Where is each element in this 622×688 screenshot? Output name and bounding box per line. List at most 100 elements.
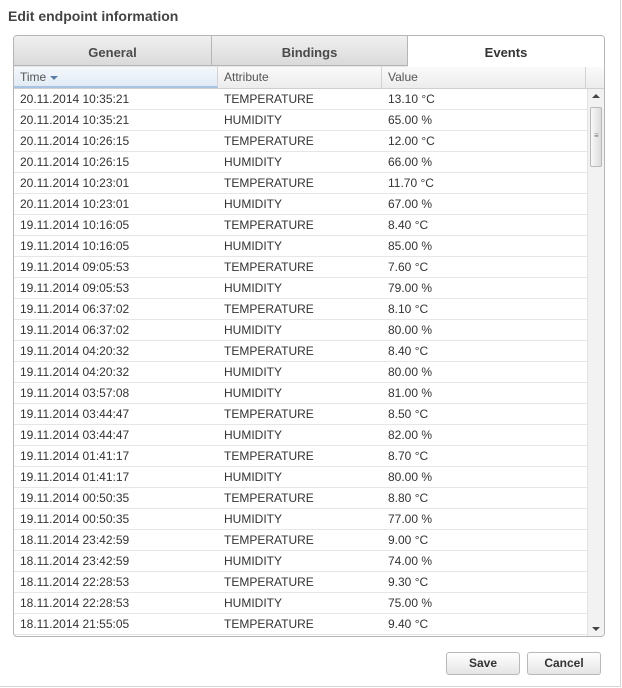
- tab-bindings[interactable]: Bindings: [212, 36, 408, 66]
- attribute-cell: TEMPERATURE: [224, 302, 314, 316]
- table-row[interactable]: 18.11.2014 22:28:53 TEMPERATURE 9.30 °C: [14, 572, 587, 593]
- attribute-cell: TEMPERATURE: [224, 218, 314, 232]
- tab-events[interactable]: Events: [408, 36, 604, 67]
- table-row[interactable]: 19.11.2014 06:37:02 TEMPERATURE 8.10 °C: [14, 299, 587, 320]
- value-cell: 66.00 %: [388, 155, 433, 169]
- scrollbar-grip-icon: ≡: [594, 131, 599, 140]
- attribute-cell: HUMIDITY: [224, 428, 282, 442]
- column-header-attribute[interactable]: Attribute: [218, 67, 382, 88]
- time-cell: 19.11.2014 04:20:32: [20, 344, 130, 358]
- time-cell: 18.11.2014 22:28:53: [20, 575, 130, 589]
- attribute-cell: TEMPERATURE: [224, 176, 314, 190]
- scroll-down-arrow-icon[interactable]: [592, 627, 600, 631]
- table-row[interactable]: 18.11.2014 21:55:05 TEMPERATURE 9.40 °C: [14, 614, 587, 635]
- value-cell: 9.30 °C: [388, 575, 429, 589]
- time-cell: 19.11.2014 03:44:47: [20, 407, 130, 421]
- value-cell: 80.00 %: [388, 323, 433, 337]
- column-header-time[interactable]: Time: [14, 67, 218, 88]
- table-row[interactable]: 19.11.2014 10:16:05 HUMIDITY 85.00 %: [14, 236, 587, 257]
- time-cell: 18.11.2014 23:42:59: [20, 554, 130, 568]
- value-cell: 8.70 °C: [388, 449, 429, 463]
- time-cell: 19.11.2014 01:41:17: [20, 449, 130, 463]
- column-header-time-label: Time: [20, 70, 47, 84]
- time-cell: 19.11.2014 09:05:53: [20, 281, 130, 295]
- value-cell: 13.10 °C: [388, 92, 435, 106]
- edit-endpoint-dialog: Edit endpoint information General Bindin…: [0, 0, 621, 687]
- attribute-cell: TEMPERATURE: [224, 533, 314, 547]
- attribute-cell: HUMIDITY: [224, 323, 282, 337]
- table-row[interactable]: 20.11.2014 10:23:01 TEMPERATURE 11.70 °C: [14, 173, 587, 194]
- value-cell: 65.00 %: [388, 113, 433, 127]
- time-cell: 20.11.2014 10:23:01: [20, 176, 130, 190]
- events-grid-header: Time Attribute Value: [14, 67, 587, 89]
- attribute-cell: HUMIDITY: [224, 554, 282, 568]
- table-row[interactable]: 19.11.2014 09:05:53 HUMIDITY 79.00 %: [14, 278, 587, 299]
- time-cell: 18.11.2014 22:28:53: [20, 596, 130, 610]
- table-row[interactable]: 20.11.2014 10:26:15 HUMIDITY 66.00 %: [14, 152, 587, 173]
- table-row[interactable]: 19.11.2014 09:05:53 TEMPERATURE 7.60 °C: [14, 257, 587, 278]
- attribute-cell: HUMIDITY: [224, 596, 282, 610]
- time-cell: 19.11.2014 10:16:05: [20, 239, 130, 253]
- value-cell: 79.00 %: [388, 281, 433, 295]
- table-row[interactable]: 19.11.2014 04:20:32 TEMPERATURE 8.40 °C: [14, 341, 587, 362]
- time-cell: 18.11.2014 23:42:59: [20, 533, 130, 547]
- time-cell: 19.11.2014 06:37:02: [20, 323, 130, 337]
- table-row[interactable]: 19.11.2014 01:41:17 HUMIDITY 80.00 %: [14, 467, 587, 488]
- table-row[interactable]: 20.11.2014 10:23:01 HUMIDITY 67.00 %: [14, 194, 587, 215]
- attribute-cell: TEMPERATURE: [224, 407, 314, 421]
- value-cell: 74.00 %: [388, 554, 433, 568]
- value-cell: 75.00 %: [388, 596, 433, 610]
- attribute-cell: HUMIDITY: [224, 113, 282, 127]
- value-cell: 80.00 %: [388, 470, 433, 484]
- table-row[interactable]: 20.11.2014 10:35:21 HUMIDITY 65.00 %: [14, 110, 587, 131]
- table-row[interactable]: 20.11.2014 10:26:15 TEMPERATURE 12.00 °C: [14, 131, 587, 152]
- time-cell: 19.11.2014 01:41:17: [20, 470, 130, 484]
- time-cell: 18.11.2014 21:55:05: [20, 617, 130, 631]
- attribute-cell: TEMPERATURE: [224, 491, 314, 505]
- time-cell: 20.11.2014 10:23:01: [20, 197, 130, 211]
- attribute-cell: TEMPERATURE: [224, 617, 314, 631]
- table-row[interactable]: 20.11.2014 10:35:21 TEMPERATURE 13.10 °C: [14, 89, 587, 110]
- save-button[interactable]: Save: [446, 652, 520, 675]
- value-cell: 8.40 °C: [388, 218, 429, 232]
- value-cell: 7.60 °C: [388, 260, 429, 274]
- tab-panel: General Bindings Events Time Attribute V…: [13, 35, 605, 637]
- scrollbar-thumb[interactable]: ≡: [590, 107, 602, 167]
- events-grid-body: 20.11.2014 10:35:21 TEMPERATURE 13.10 °C 20…: [14, 89, 587, 636]
- value-cell: 9.00 °C: [388, 533, 429, 547]
- table-row[interactable]: 18.11.2014 23:42:59 TEMPERATURE 9.00 °C: [14, 530, 587, 551]
- table-row[interactable]: 19.11.2014 03:44:47 HUMIDITY 82.00 %: [14, 425, 587, 446]
- attribute-cell: HUMIDITY: [224, 281, 282, 295]
- scroll-up-arrow-icon[interactable]: [592, 94, 600, 98]
- tab-general[interactable]: General: [14, 36, 212, 66]
- cancel-button[interactable]: Cancel: [527, 652, 601, 675]
- time-cell: 20.11.2014 10:26:15: [20, 155, 130, 169]
- table-row[interactable]: 19.11.2014 01:41:17 TEMPERATURE 8.70 °C: [14, 446, 587, 467]
- table-row[interactable]: 19.11.2014 03:44:47 TEMPERATURE 8.50 °C: [14, 404, 587, 425]
- attribute-cell: TEMPERATURE: [224, 575, 314, 589]
- value-cell: 8.80 °C: [388, 491, 429, 505]
- value-cell: 8.50 °C: [388, 407, 429, 421]
- table-row[interactable]: 18.11.2014 22:28:53 HUMIDITY 75.00 %: [14, 593, 587, 614]
- attribute-cell: TEMPERATURE: [224, 92, 314, 106]
- dialog-title: Edit endpoint information: [8, 8, 179, 24]
- value-cell: 67.00 %: [388, 197, 433, 211]
- time-cell: 20.11.2014 10:35:21: [20, 113, 130, 127]
- attribute-cell: HUMIDITY: [224, 197, 282, 211]
- vertical-scrollbar[interactable]: ≡: [587, 89, 604, 636]
- time-cell: 20.11.2014 10:26:15: [20, 134, 130, 148]
- table-row[interactable]: 19.11.2014 06:37:02 HUMIDITY 80.00 %: [14, 320, 587, 341]
- table-row[interactable]: 19.11.2014 04:20:32 HUMIDITY 80.00 %: [14, 362, 587, 383]
- table-row[interactable]: 19.11.2014 00:50:35 TEMPERATURE 8.80 °C: [14, 488, 587, 509]
- attribute-cell: TEMPERATURE: [224, 449, 314, 463]
- value-cell: 11.70 °C: [388, 176, 434, 190]
- attribute-cell: HUMIDITY: [224, 155, 282, 169]
- table-row[interactable]: 19.11.2014 03:57:08 HUMIDITY 81.00 %: [14, 383, 587, 404]
- table-row[interactable]: 19.11.2014 00:50:35 HUMIDITY 77.00 %: [14, 509, 587, 530]
- attribute-cell: TEMPERATURE: [224, 134, 314, 148]
- column-header-value[interactable]: Value: [382, 67, 586, 88]
- table-row[interactable]: 19.11.2014 10:16:05 TEMPERATURE 8.40 °C: [14, 215, 587, 236]
- time-cell: 19.11.2014 04:20:32: [20, 365, 130, 379]
- value-cell: 81.00 %: [388, 386, 433, 400]
- table-row[interactable]: 18.11.2014 23:42:59 HUMIDITY 74.00 %: [14, 551, 587, 572]
